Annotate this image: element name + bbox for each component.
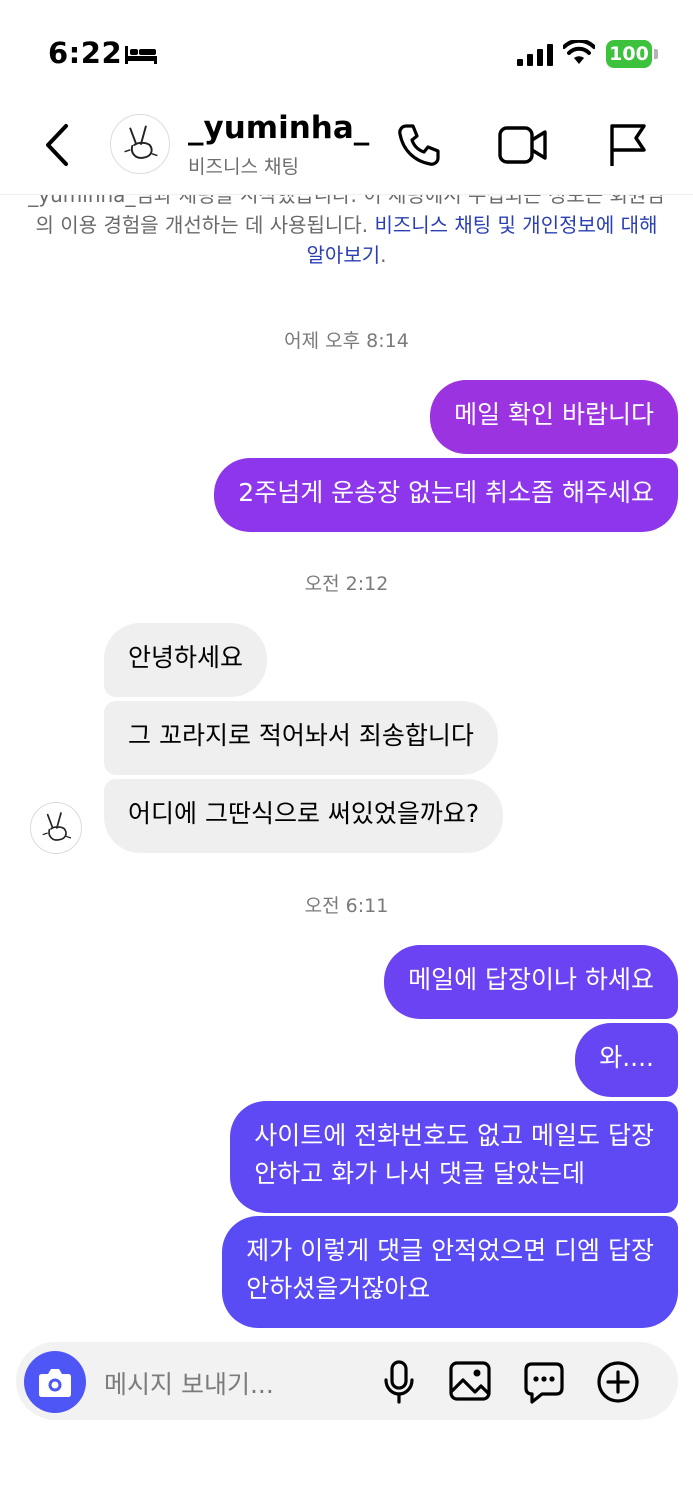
camera-icon [39,1369,71,1397]
outgoing-message[interactable]: 사이트에 전화번호도 없고 메일도 답장 안하고 화가 나서 댓글 달았는데 [230,1101,678,1213]
privacy-learn-more-link[interactable]: 비즈니스 채팅 및 개인정보에 대해 [374,213,657,237]
wifi-icon [563,40,595,64]
message-line: 사이트에 전화번호도 없고 메일도 답장 [254,1121,654,1150]
message-input[interactable]: 메시지 보내기... [104,1365,274,1401]
timestamp: 오전 2:12 [304,573,389,595]
microphone-icon[interactable] [382,1360,416,1404]
notice-line-2-text: 의 이용 경험을 개선하는 데 사용됩니다. [35,213,375,237]
back-arrow-icon[interactable] [40,122,76,168]
outgoing-message[interactable]: 메일 확인 바랍니다 [430,380,678,454]
incoming-message[interactable]: 안녕하세요 [104,623,268,697]
message-line: 안하고 화가 나서 댓글 달았는데 [254,1159,585,1188]
timestamp: 어제 오후 8:14 [284,330,409,352]
status-time: 6:22 [48,36,123,70]
contact-avatar[interactable] [110,114,170,174]
outgoing-message[interactable]: 2주넘게 운송장 없는데 취소좀 해주세요 [214,458,678,532]
status-bar: 6:22 100 [0,0,693,100]
contact-subtitle: 비즈니스 채팅 [188,156,299,178]
battery-indicator: 100 [606,40,658,68]
privacy-learn-more-link-end[interactable]: 알아보기 [307,243,381,267]
sticker-chat-icon[interactable] [522,1360,566,1404]
outgoing-message[interactable]: 와.... [575,1023,678,1097]
phone-call-icon[interactable] [396,122,442,168]
message-line: 안하셨을거잖아요 [246,1274,431,1303]
peace-hand-logo-icon [42,812,72,841]
gallery-image-icon[interactable] [448,1360,492,1402]
chat-header: _yuminha_ 비즈니스 채팅 [0,100,693,195]
video-call-icon[interactable] [498,124,548,166]
peace-hand-logo-icon [124,125,158,159]
add-plus-icon[interactable] [596,1360,640,1404]
incoming-message[interactable]: 그 꼬라지로 적어놔서 죄송합니다 [104,701,498,775]
report-flag-icon[interactable] [606,122,650,168]
cellular-signal-icon [517,44,553,66]
outgoing-message[interactable]: 제가 이렇게 댓글 안적었으면 디엠 답장 안하셨을거잖아요 [222,1216,678,1328]
camera-button[interactable] [24,1351,86,1413]
notice-line-3-end: . [380,243,387,267]
timestamp: 오전 6:11 [304,895,389,917]
message-composer: 메시지 보내기... [16,1342,678,1420]
notice-line-2: 의 이용 경험을 개선하는 데 사용됩니다. 비즈니스 채팅 및 개인정보에 대… [20,210,673,240]
message-line: 제가 이렇게 댓글 안적었으면 디엠 답장 [246,1236,654,1265]
contact-name[interactable]: _yuminha_ [188,110,369,146]
sender-avatar[interactable] [30,802,82,854]
incoming-message[interactable]: 어디에 그딴식으로 써있었을까요? [104,779,504,853]
sleep-bed-icon [125,46,157,64]
notice-line-3: 알아보기. [20,240,673,270]
outgoing-message[interactable]: 메일에 답장이나 하세요 [384,945,678,1019]
battery-tip [654,49,658,59]
battery-level: 100 [606,40,652,68]
